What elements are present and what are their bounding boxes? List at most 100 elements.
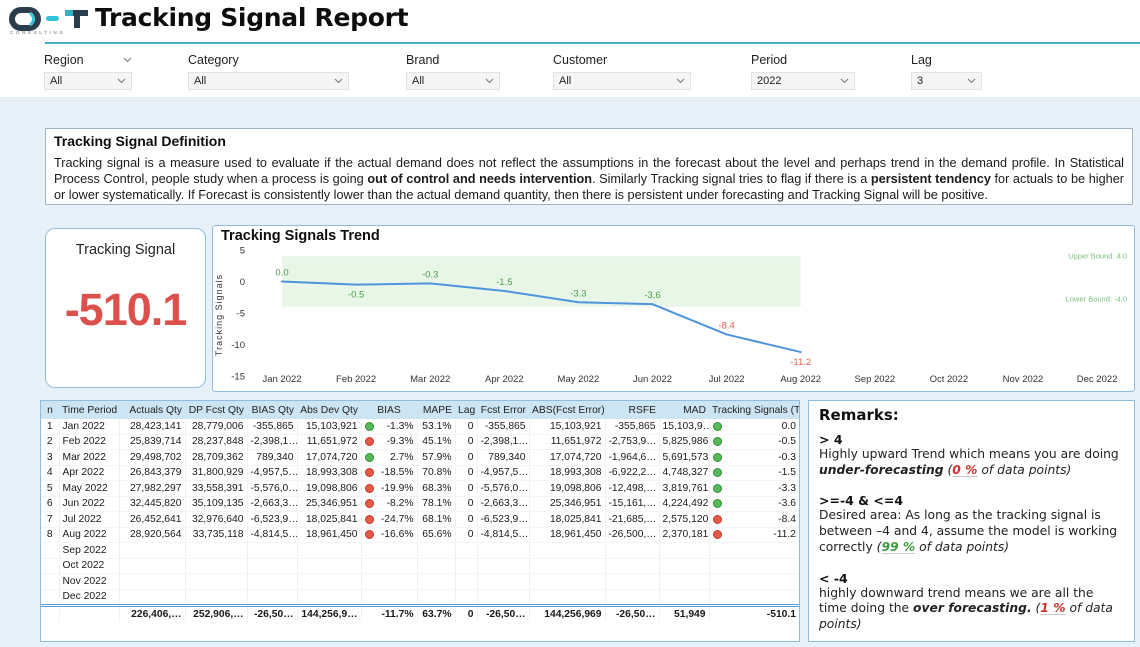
status-alert-icon: [365, 499, 374, 508]
company-logo-icon: [8, 4, 92, 42]
table-cell: 789,340: [477, 450, 529, 466]
x-tick-label: Feb 2022: [336, 374, 376, 385]
table-cell: 18,025,841: [297, 512, 361, 528]
table-cell: -11.7%: [361, 606, 417, 622]
table-row[interactable]: 7Jul 202226,452,64132,976,640-6,523,9…18…: [41, 512, 799, 528]
y-axis-title: Tracking Signals: [214, 274, 224, 356]
table-cell: 68.1%: [417, 512, 455, 528]
table-row[interactable]: 6Jun 202232,445,82035,109,135-2,663,3…25…: [41, 496, 799, 512]
table-row[interactable]: Dec 2022: [41, 589, 799, 606]
table-cell: [119, 558, 185, 574]
remark-heading: > 4: [819, 432, 1124, 447]
status-ok-icon: [713, 499, 722, 508]
table-cell: -510.1: [709, 606, 799, 622]
filter-category-dropdown[interactable]: All: [188, 72, 349, 90]
column-header[interactable]: ABS(Fcst Error): [529, 401, 605, 419]
status-alert-icon: [713, 515, 722, 524]
table-cell: -19.9%: [361, 481, 417, 497]
column-header[interactable]: MAD: [659, 401, 709, 419]
table-cell: 68.3%: [417, 481, 455, 497]
filter-selected-value: 3: [917, 75, 923, 87]
table-row[interactable]: 5May 202227,982,29733,558,391-5,576,0…19…: [41, 481, 799, 497]
table-cell: -24.7%: [361, 512, 417, 528]
table-cell: 26,452,641: [119, 512, 185, 528]
table-row[interactable]: Oct 2022: [41, 558, 799, 574]
column-header[interactable]: MAPE: [417, 401, 455, 419]
filter-customer-dropdown[interactable]: All: [553, 72, 691, 90]
table-row[interactable]: Nov 2022: [41, 574, 799, 590]
table-cell: [361, 543, 417, 559]
table-cell: -0.3: [709, 450, 799, 466]
x-tick-label: Jun 2022: [633, 374, 672, 385]
table-cell: 65.6%: [417, 527, 455, 543]
table-row[interactable]: 8Aug 202228,920,56433,735,118-4,814,5…18…: [41, 527, 799, 543]
table-cell: 226,406,…: [119, 606, 185, 622]
table-cell: [297, 558, 361, 574]
remark-text: Highly upward Trend which means you are …: [819, 447, 1124, 478]
table-cell: [417, 574, 455, 590]
filter-lag-dropdown[interactable]: 3: [911, 72, 982, 90]
column-header[interactable]: Abs Dev Qty: [297, 401, 361, 419]
trend-line-chart[interactable]: 50-5-10-15Tracking SignalsJan 2022Feb 20…: [213, 244, 1134, 392]
filter-region-dropdown[interactable]: All: [44, 72, 132, 90]
column-header[interactable]: BIAS Qty: [247, 401, 297, 419]
column-header[interactable]: Lag: [455, 401, 477, 419]
table-row[interactable]: 4Apr 202226,843,37931,800,929-4,957,5…18…: [41, 465, 799, 481]
table-cell: [59, 606, 119, 622]
filter-brand-dropdown[interactable]: All: [406, 72, 500, 90]
filter-period-dropdown[interactable]: 2022: [751, 72, 855, 90]
filter-selected-value: All: [194, 75, 206, 87]
table-cell: 32,445,820: [119, 496, 185, 512]
status-alert-icon: [365, 530, 374, 539]
column-header[interactable]: BIAS: [361, 401, 417, 419]
y-tick-label: 0: [240, 277, 245, 288]
table-cell: 0: [455, 419, 477, 434]
x-tick-label: May 2022: [558, 374, 600, 385]
status-alert-icon: [365, 515, 374, 524]
table-cell: 70.8%: [417, 465, 455, 481]
status-ok-icon: [713, 484, 722, 493]
remarks-panel: Remarks: > 4Highly upward Trend which me…: [808, 400, 1135, 642]
table-cell: [709, 589, 799, 606]
table-row[interactable]: Sep 2022: [41, 543, 799, 559]
data-table-panel: nTime PeriodActuals QtyDP Fcst QtyBIAS Q…: [40, 400, 800, 642]
status-ok-icon: [713, 422, 722, 431]
table-cell: 28,423,141: [119, 419, 185, 434]
tracking-signal-card[interactable]: Tracking Signal -510.1: [45, 228, 206, 388]
table-cell: Oct 2022: [59, 558, 119, 574]
table-cell: [605, 558, 659, 574]
table-row[interactable]: 1Jan 202228,423,14128,779,006-355,86515,…: [41, 419, 799, 434]
table-cell: 18,993,308: [529, 465, 605, 481]
table-cell: 4,748,327: [659, 465, 709, 481]
tracking-signal-report-page: CONSULTING Tracking Signal Report Region…: [0, 0, 1140, 647]
filter-customer: CustomerAll: [553, 52, 691, 90]
page-title: Tracking Signal Report: [95, 3, 408, 32]
table-cell: 25,346,951: [297, 496, 361, 512]
table-cell: 252,906,…: [185, 606, 247, 622]
chevron-down-icon: [117, 78, 126, 84]
table-cell: 0: [455, 512, 477, 528]
table-cell: 63.7%: [417, 606, 455, 622]
table-cell: -5,576,0…: [477, 481, 529, 497]
column-header[interactable]: Fcst Error: [477, 401, 529, 419]
column-header[interactable]: Time Period: [59, 401, 119, 419]
table-cell: 28,237,848: [185, 434, 247, 450]
status-alert-icon: [713, 530, 722, 539]
column-header[interactable]: Tracking Signals (T.S): [709, 401, 799, 419]
table-cell: 33,735,118: [185, 527, 247, 543]
column-header[interactable]: n: [41, 401, 59, 419]
column-header[interactable]: DP Fcst Qty: [185, 401, 247, 419]
table-cell: [361, 574, 417, 590]
table-cell: [659, 574, 709, 590]
kpi-title: Tracking Signal: [46, 242, 205, 258]
table-cell: -6,922,2…: [605, 465, 659, 481]
table-cell: -5,576,0…: [247, 481, 297, 497]
table-row[interactable]: 3Mar 202229,498,70228,709,362789,34017,0…: [41, 450, 799, 466]
column-header[interactable]: RSFE: [605, 401, 659, 419]
column-header[interactable]: Actuals Qty: [119, 401, 185, 419]
filter-region: RegionAll: [44, 52, 132, 90]
table-cell: 5,825,986: [659, 434, 709, 450]
table-row[interactable]: 2Feb 202225,839,71428,237,848-2,398,1…11…: [41, 434, 799, 450]
table-cell: 33,558,391: [185, 481, 247, 497]
table-cell: -1.5: [709, 465, 799, 481]
